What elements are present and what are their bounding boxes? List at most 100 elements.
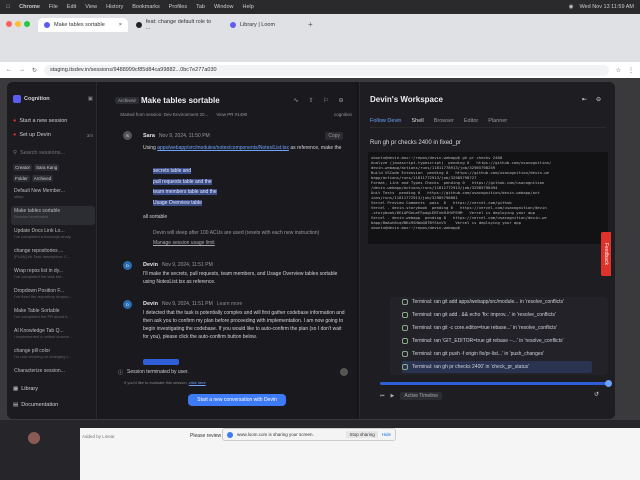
tab-loom[interactable]: Library | Loom bbox=[224, 18, 304, 32]
chart-icon[interactable]: ∿ bbox=[292, 96, 300, 104]
menu-edit[interactable]: Edit bbox=[67, 4, 76, 10]
session-item[interactable]: Characterize session... bbox=[11, 366, 95, 385]
terminal-output[interactable]: ubuntu@devin-box:~/repos/devin-webapp$ g… bbox=[368, 152, 608, 244]
menu-file[interactable]: File bbox=[49, 4, 58, 10]
clock[interactable]: Wed Nov 13 11:59 AM bbox=[579, 4, 634, 10]
share-indicator-icon bbox=[227, 431, 233, 438]
minimize-window-icon[interactable] bbox=[15, 21, 21, 27]
start-session-button[interactable]: ● Start a new session bbox=[13, 118, 93, 124]
menu-window[interactable]: Window bbox=[214, 4, 234, 10]
log-item[interactable]: Terminal: ran git add apps/webapp/src/mo… bbox=[402, 296, 592, 308]
menu-bookmarks[interactable]: Bookmarks bbox=[132, 4, 160, 10]
collapse-sidebar-icon[interactable]: ▣ bbox=[88, 96, 93, 102]
file-link[interactable]: apps/webapp/src/modules/notes/components… bbox=[157, 145, 289, 151]
url-input[interactable]: staging.itsdev.in/sessions/9488999cf85d8… bbox=[44, 64, 609, 76]
log-item[interactable]: Terminal: ran git add . && echo 'fix: im… bbox=[402, 309, 592, 321]
documentation-link[interactable]: ▤ Documentation bbox=[13, 402, 93, 408]
new-tab-icon[interactable]: + bbox=[308, 20, 313, 29]
message-header: Sara Nov 9, 2024, 11:50 PM Copy bbox=[143, 132, 343, 140]
filter-value[interactable]: Archived bbox=[31, 175, 54, 182]
tab-label: Make tables sortable bbox=[54, 22, 105, 28]
tab-editor[interactable]: Editor bbox=[464, 118, 478, 124]
tab-browser[interactable]: Browser bbox=[434, 118, 454, 124]
back-icon[interactable]: ← bbox=[6, 67, 12, 73]
brand[interactable]: Cognition ▣ bbox=[13, 95, 93, 103]
skip-back-icon[interactable]: ⏮ bbox=[380, 393, 385, 399]
log-item[interactable]: Terminal: ran git push -f origin fix/pr-… bbox=[402, 348, 592, 360]
learn-more-link[interactable]: Learn more bbox=[217, 301, 243, 307]
tab-github-pr[interactable]: feat: change default role to ... bbox=[130, 18, 222, 32]
session-item[interactable]: Dropdown Position F... I've fixed the rep… bbox=[11, 286, 95, 305]
close-tab-icon[interactable]: × bbox=[119, 22, 122, 28]
menu-help[interactable]: Help bbox=[243, 4, 254, 10]
scroll-down-icon[interactable] bbox=[340, 368, 348, 376]
stop-workspace-icon[interactable]: ⊖ bbox=[596, 96, 601, 103]
history-icon[interactable]: ↺ bbox=[594, 391, 599, 398]
search-input[interactable]: Search sessions... bbox=[20, 150, 65, 156]
bookmark-icon[interactable]: ⚐ bbox=[322, 96, 330, 104]
session-item[interactable]: Update Docs Link Lo... I've completed a t… bbox=[11, 226, 95, 245]
tab-planner[interactable]: Planner bbox=[488, 118, 507, 124]
cognition-logo-icon bbox=[13, 95, 21, 103]
manage-usage-link[interactable]: Manage session usage limit bbox=[153, 239, 215, 247]
menu-profiles[interactable]: Profiles bbox=[169, 4, 187, 10]
session-item[interactable]: Make Table Sortable I've completed the PR… bbox=[11, 306, 95, 325]
terminated-banner: ⓘ Session terminated by user. bbox=[118, 366, 348, 378]
evaluate-link[interactable]: click here bbox=[189, 380, 206, 385]
session-item[interactable]: Wrap repos list in dy... I've completed t… bbox=[11, 266, 95, 285]
log-item[interactable]: Terminal: ran 'GIT_EDITOR=true git rebas… bbox=[402, 335, 592, 347]
reload-icon[interactable]: ↻ bbox=[32, 67, 37, 74]
session-item[interactable]: Default New Member... sleep bbox=[11, 186, 95, 205]
session-item[interactable]: change repositories ... [PLAN] ## Task de… bbox=[11, 246, 95, 265]
menu-app[interactable]: Chrome bbox=[19, 4, 40, 10]
list-item: Usage Overview table bbox=[153, 199, 202, 206]
log-text: Terminal: ran 'GIT_EDITOR=true git rebas… bbox=[412, 338, 564, 344]
timeline-select[interactable]: Active Timeline bbox=[400, 392, 442, 400]
stop-icon[interactable]: ⊖ bbox=[337, 96, 345, 104]
menu-view[interactable]: View bbox=[85, 4, 97, 10]
plus-icon: ● bbox=[13, 118, 17, 124]
session-subtitle: I've completed a thorough analy... bbox=[14, 234, 74, 239]
tab-make-tables[interactable]: Make tables sortable × bbox=[38, 18, 128, 32]
share-icon[interactable]: ⇧ bbox=[307, 96, 315, 104]
filter-folder[interactable]: Folder Archived bbox=[13, 175, 93, 182]
log-item[interactable]: Terminal: ran git -c core.editor=true re… bbox=[402, 322, 592, 334]
view-pr-link[interactable]: View PR #1490 bbox=[216, 112, 247, 117]
library-link[interactable]: ▦ Library bbox=[13, 386, 93, 392]
new-conversation-button[interactable]: Start a new conversation with Devin bbox=[188, 394, 286, 406]
session-item[interactable]: AI Knowledge Tab Q... I implemented a uni… bbox=[11, 326, 95, 345]
forward-icon[interactable]: → bbox=[19, 67, 25, 73]
timeline-handle[interactable] bbox=[605, 380, 612, 387]
hide-button[interactable]: Hide bbox=[382, 432, 391, 437]
collapse-icon[interactable]: ⇤ bbox=[582, 96, 587, 103]
timeline-slider[interactable] bbox=[380, 382, 610, 385]
list-item: team members table and the bbox=[153, 189, 217, 195]
setup-devin-button[interactable]: ● Set up Devin 3/4 bbox=[13, 132, 93, 138]
tab-shell[interactable]: Shell bbox=[411, 118, 423, 124]
follow-devin-tab[interactable]: Follow Devin bbox=[370, 118, 401, 124]
log-item-current[interactable]: Terminal: ran gh pr checks 2400' in 'che… bbox=[402, 361, 592, 373]
started-from-link[interactable]: Started from session: Dev Environment 20… bbox=[120, 112, 208, 117]
session-item[interactable]: change pill color I'm now working on chan… bbox=[11, 346, 95, 365]
auto-confirm-button[interactable] bbox=[143, 359, 179, 365]
feedback-tab[interactable]: Feedback bbox=[601, 232, 611, 276]
copy-button[interactable]: Copy bbox=[325, 132, 343, 140]
play-icon[interactable]: ▶ bbox=[391, 393, 395, 399]
wifi-icon[interactable]: ◉ bbox=[569, 4, 574, 10]
more-menu-icon[interactable]: ⋮ bbox=[628, 67, 634, 74]
star-icon[interactable]: ☆ bbox=[616, 67, 621, 74]
session-subtitle: I've completed the PR about it... bbox=[14, 314, 71, 319]
message-text: as reference, make the bbox=[290, 145, 342, 151]
zoom-window-icon[interactable] bbox=[24, 21, 30, 27]
evaluate-text: If you'd like to evaluate this session, bbox=[124, 380, 188, 385]
menu-history[interactable]: History bbox=[106, 4, 123, 10]
session-item-selected[interactable]: Make tables sortable Session terminated bbox=[11, 206, 95, 225]
evaluate-line: If you'd like to evaluate this session, … bbox=[124, 380, 206, 385]
menu-tab[interactable]: Tab bbox=[196, 4, 205, 10]
apple-icon[interactable]:  bbox=[6, 4, 10, 10]
close-window-icon[interactable] bbox=[6, 21, 12, 27]
filter-value[interactable]: Sara Kang bbox=[34, 164, 60, 171]
stop-sharing-button[interactable]: Stop sharing bbox=[346, 431, 378, 438]
filter-creator[interactable]: Creator Sara Kang bbox=[13, 164, 93, 171]
session-search[interactable]: ⚲ Search sessions... bbox=[13, 150, 93, 156]
